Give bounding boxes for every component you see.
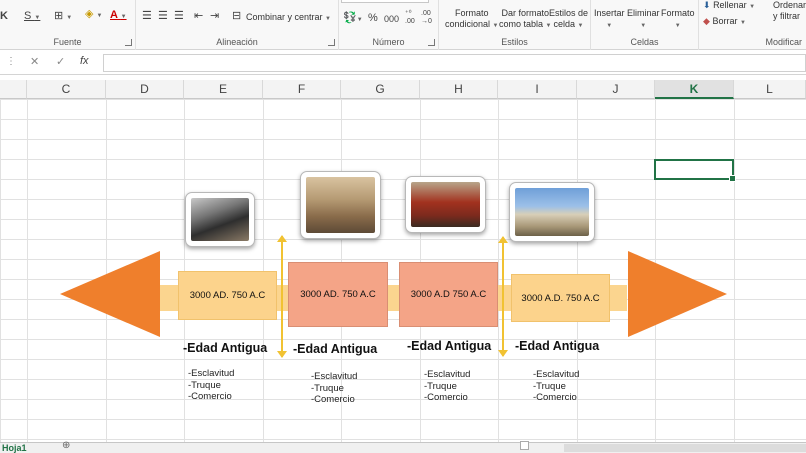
timeline-connector[interactable] <box>498 236 508 357</box>
event-items-list: -Esclavitud -Truque -Comercio <box>188 368 234 403</box>
column-header-k[interactable]: K <box>655 80 734 99</box>
timeline-right-arrow[interactable] <box>628 251 727 337</box>
horizontal-scrollbar[interactable] <box>564 444 806 452</box>
event-date-box[interactable]: 3000 AD. 750 A.C <box>178 271 277 320</box>
editing-group-label: Modificar <box>765 37 802 47</box>
list-item: -Comercio <box>424 392 468 403</box>
event-date-box[interactable]: 3000 A.D. 750 A.C <box>511 274 610 322</box>
column-header-spacer <box>0 80 27 99</box>
ribbon: K S ▼ ⊞ ▼ ◈ ▼ A ▼ Fuente ☰ ☰ ☰ ⇤ ⇥ ⊟ Com… <box>0 0 806 50</box>
decrease-indent-icon[interactable]: ⇤ <box>194 10 203 22</box>
parthenon-photo[interactable] <box>509 182 595 242</box>
column-header-i[interactable]: I <box>498 80 577 99</box>
fill-color-icon[interactable]: ◈ ▼ <box>85 8 102 22</box>
editing-group: ⬇ Rellenar ▼ ◆ Borrar ▼ Ordenar y filtrar… <box>699 0 806 50</box>
sheet-tab-hoja1[interactable]: Hoja1 <box>0 443 27 453</box>
number-format-select[interactable] <box>341 0 429 3</box>
steam-train-photo[interactable] <box>185 192 255 247</box>
list-item: -Truque <box>188 379 221 391</box>
timeline-connector[interactable] <box>277 235 287 358</box>
styles-group-label: Estilos <box>501 37 528 47</box>
event-items-list: -Esclavitud -Truque -Comercio <box>311 371 357 406</box>
font-color-icon[interactable]: A ▼ <box>110 9 127 23</box>
list-item: -Truque <box>424 380 457 392</box>
scroll-left-button[interactable] <box>520 441 529 450</box>
align-right-icon[interactable]: ☰ <box>174 10 184 22</box>
increase-indent-icon[interactable]: ⇥ <box>210 10 219 22</box>
currency-icon[interactable]: 💱▼ <box>343 12 363 26</box>
font-group: K S ▼ ⊞ ▼ ◈ ▼ A ▼ Fuente <box>0 0 136 50</box>
event-items-list: -Esclavitud -Truque -Comercio <box>424 369 470 404</box>
event-date-box[interactable]: 3000 AD. 750 A.C <box>288 262 388 327</box>
add-sheet-icon[interactable]: ⊕ <box>62 440 70 451</box>
number-group: 💱▼ % 000 ⁺⁰ .00 .00 →0 Número <box>339 0 439 50</box>
number-group-label: Número <box>372 37 405 47</box>
cells-group: Insertar ▼ Eliminar ▼ Formato ▼ Celdas <box>591 0 699 50</box>
list-item: -Comercio <box>188 391 232 402</box>
column-header-l[interactable]: L <box>734 80 806 99</box>
formula-buttons: ✕ ✓ fx <box>18 54 104 72</box>
column-header-d[interactable]: D <box>106 80 184 99</box>
alignment-dialog-launcher[interactable] <box>328 39 335 46</box>
merge-icon[interactable]: ⊟ <box>232 10 241 22</box>
alignment-group: ☰ ☰ ☰ ⇤ ⇥ ⊟ Combinar y centrar ▼ Alineac… <box>136 0 339 50</box>
column-header-g[interactable]: G <box>341 80 420 99</box>
era-title: -Edad Antigua <box>407 339 492 353</box>
strikethrough-icon[interactable]: S ▼ <box>24 10 40 24</box>
clear-button[interactable]: ◆ Borrar ▼ <box>703 16 746 29</box>
borders-icon[interactable]: ⊞ ▼ <box>54 10 72 24</box>
decrease-decimal-icon[interactable]: .00 →0 <box>421 10 432 26</box>
column-header-f[interactable]: F <box>263 80 341 99</box>
list-item: -Esclavitud <box>424 369 471 380</box>
column-header-j[interactable]: J <box>577 80 655 99</box>
selected-cell-k[interactable] <box>654 159 736 182</box>
font-group-label: Fuente <box>53 37 82 47</box>
column-header-h[interactable]: H <box>420 80 498 99</box>
formula-input[interactable] <box>103 54 806 72</box>
format-button[interactable]: Formato ▼ <box>661 8 695 32</box>
list-item: -Esclavitud <box>533 369 580 380</box>
formula-bar: ⋮ ✕ ✓ fx <box>0 51 806 75</box>
list-item: -Esclavitud <box>311 371 358 382</box>
era-title: -Edad Antigua <box>183 341 268 355</box>
cancel-icon[interactable]: ✕ <box>30 55 39 68</box>
enter-icon[interactable]: ✓ <box>56 55 65 68</box>
percent-button[interactable]: % <box>368 12 378 24</box>
cell-styles-button[interactable]: Estilos de celda ▼ <box>549 8 588 32</box>
conditional-format-button[interactable]: Formato condicional ▼ <box>445 8 499 32</box>
cells-group-label: Celdas <box>630 37 659 47</box>
event-date-box[interactable]: 3000 A.D 750 A.C <box>399 262 498 327</box>
styles-group: Formato condicional ▼ Dar formato como tab… <box>439 0 591 50</box>
era-title: -Edad Antigua <box>515 339 600 353</box>
era-title: -Edad Antigua <box>293 342 378 356</box>
ancient-assembly-photo[interactable] <box>405 176 486 233</box>
insert-button[interactable]: Insertar ▼ <box>594 8 625 32</box>
list-item: -Truque <box>311 382 344 394</box>
sort-filter-button[interactable]: Ordenar y filtrar <box>773 0 806 22</box>
list-item: -Comercio <box>311 394 355 405</box>
format-as-table-button[interactable]: Dar formato como tabla ▼ <box>499 8 552 32</box>
delete-button[interactable]: Eliminar ▼ <box>627 8 660 32</box>
event-items-list: -Esclavitud -Truque -Comercio <box>533 369 579 404</box>
timeline-left-arrow[interactable] <box>60 251 160 337</box>
font-dialog-launcher[interactable] <box>125 39 132 46</box>
alignment-group-label: Alineación <box>216 37 258 47</box>
thousands-button[interactable]: 000 <box>384 13 399 25</box>
merge-center-button[interactable]: Combinar y centrar ▼ <box>246 12 331 25</box>
fill-button[interactable]: ⬇ Rellenar ▼ <box>703 0 755 13</box>
increase-decimal-icon[interactable]: ⁺⁰ .00 <box>405 10 415 26</box>
sheet-tab-bar: ⊕ <box>0 440 806 453</box>
school-of-athens-photo[interactable] <box>300 171 381 239</box>
align-center-icon[interactable]: ☰ <box>158 10 168 22</box>
list-item: -Comercio <box>533 392 577 403</box>
column-header-e[interactable]: E <box>184 80 263 99</box>
bold-italic-icon[interactable]: K <box>0 10 8 22</box>
number-dialog-launcher[interactable] <box>428 39 435 46</box>
list-item: -Esclavitud <box>188 368 235 379</box>
more-dots-icon: ⋮ <box>6 56 16 67</box>
align-left-icon[interactable]: ☰ <box>142 10 152 22</box>
list-item: -Truque <box>533 380 566 392</box>
insert-function-button[interactable]: fx <box>80 55 89 67</box>
column-header-c[interactable]: C <box>27 80 106 99</box>
